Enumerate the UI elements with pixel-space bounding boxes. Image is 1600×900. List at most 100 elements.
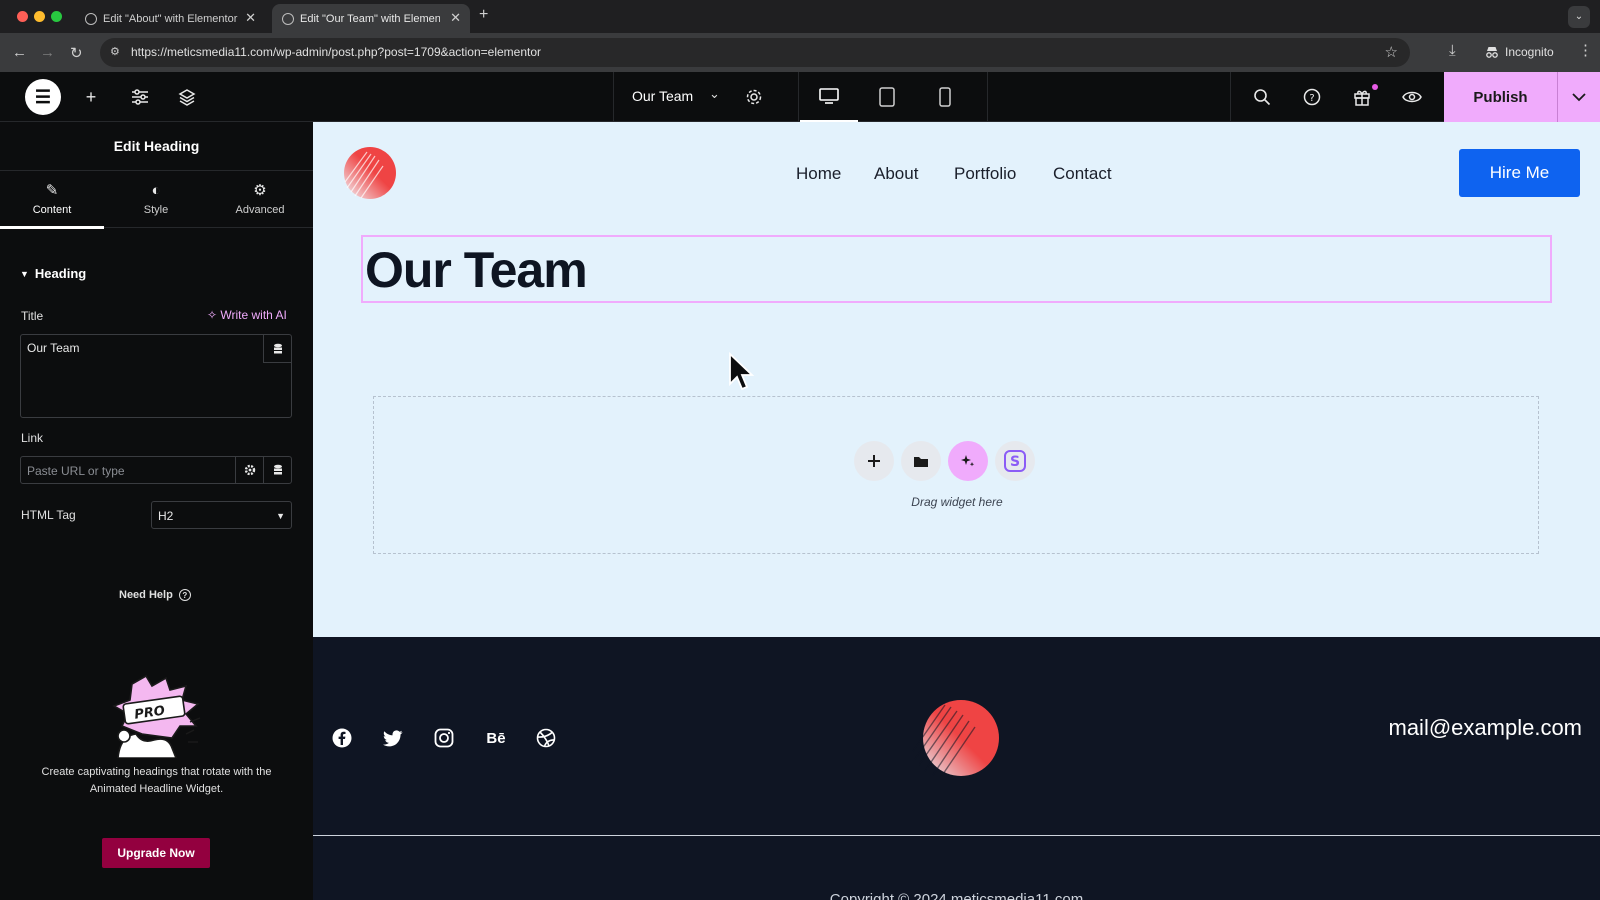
browser-menu-icon[interactable]: ⋮: [1578, 41, 1593, 59]
nav-link-about[interactable]: About: [874, 164, 918, 184]
desktop-icon[interactable]: [800, 72, 858, 122]
help-icon[interactable]: ?: [1300, 85, 1324, 109]
new-tab-icon[interactable]: +: [479, 6, 488, 24]
page-heading: Our Team: [365, 242, 588, 298]
nav-link-contact[interactable]: Contact: [1053, 164, 1112, 184]
footer-copyright: Copyright © 2024 meticsmedia11.com: [829, 891, 1084, 900]
tab-label: Content: [32, 204, 72, 216]
starter-templates-s-icon[interactable]: S: [995, 441, 1035, 481]
html-tag-value: H2: [158, 509, 174, 523]
url-text: https://meticsmedia11.com/wp-admin/post.…: [131, 45, 542, 59]
browser-tab-about[interactable]: Edit "About" with Elementor ✕: [75, 4, 265, 33]
editor-panel: Edit Heading ✎ Content ◐ Style ⚙ Advance…: [0, 122, 313, 900]
page-settings-gear-icon[interactable]: [742, 85, 766, 109]
back-icon[interactable]: ←: [12, 44, 27, 61]
title-value: Our Team: [27, 341, 80, 355]
ai-sparkle-icon: ✧: [207, 308, 221, 322]
tab-search-icon[interactable]: ⌄: [1568, 6, 1590, 28]
elementor-logo-icon[interactable]: ☰: [25, 79, 61, 115]
instagram-icon[interactable]: [433, 727, 455, 749]
close-tab-icon[interactable]: ✕: [245, 10, 256, 26]
incognito-label: Incognito: [1505, 45, 1554, 59]
link-url-input[interactable]: Paste URL or type: [20, 456, 292, 484]
link-options-gear-icon[interactable]: [235, 457, 263, 483]
title-label: Title: [21, 309, 44, 323]
svg-text:S: S: [1010, 454, 1020, 470]
dynamic-tags-icon[interactable]: [263, 457, 291, 483]
editor-top-bar: ☰ + Our Team ⌄ ?: [0, 72, 1600, 122]
structure-layers-icon[interactable]: [175, 85, 199, 109]
incognito-badge[interactable]: Incognito: [1477, 40, 1564, 64]
maximize-window-button[interactable]: [51, 11, 62, 22]
close-tab-icon[interactable]: ✕: [450, 10, 461, 26]
template-library-folder-icon[interactable]: [901, 441, 941, 481]
hire-me-button[interactable]: Hire Me: [1459, 149, 1580, 197]
nav-link-portfolio[interactable]: Portfolio: [954, 164, 1016, 184]
add-element-icon[interactable]: +: [79, 85, 103, 109]
publish-options-chevron-icon[interactable]: [1557, 72, 1600, 122]
gear-icon: ⚙: [253, 182, 267, 199]
pencil-icon: ✎: [45, 182, 59, 199]
preview-eye-icon[interactable]: [1400, 85, 1424, 109]
globe-icon: [85, 13, 97, 25]
close-window-button[interactable]: [17, 11, 28, 22]
site-hero-section: Home About Portfolio Contact Hire Me Our…: [313, 122, 1600, 637]
title-textarea[interactable]: Our Team: [20, 334, 292, 418]
download-icon[interactable]: ⤓: [1449, 42, 1456, 59]
browser-address-bar: ← → ↻ ⚙ https://meticsmedia11.com/wp-adm…: [0, 33, 1600, 72]
selected-heading-widget[interactable]: Our Team: [361, 235, 1552, 303]
bookmark-star-icon[interactable]: ☆: [1385, 43, 1398, 61]
tab-label: Edit "Our Team" with Elementor: [300, 12, 440, 25]
facebook-icon[interactable]: [331, 727, 353, 749]
ai-sparkle-icon[interactable]: [948, 441, 988, 481]
minimize-window-button[interactable]: [34, 11, 45, 22]
html-tag-label: HTML Tag: [21, 508, 76, 522]
tab-style[interactable]: ◐ Style: [104, 171, 208, 229]
publish-button[interactable]: Publish: [1444, 72, 1557, 122]
dribbble-icon[interactable]: [535, 727, 557, 749]
browser-tab-our-team[interactable]: Edit "Our Team" with Elementor ✕: [272, 4, 470, 33]
browser-tab-bar: Edit "About" with Elementor ✕ Edit "Our …: [0, 0, 1600, 33]
reload-icon[interactable]: ↻: [70, 44, 83, 62]
site-logo[interactable]: [337, 146, 397, 202]
link-label: Link: [21, 431, 44, 445]
tablet-icon[interactable]: [858, 72, 916, 122]
upgrade-now-button[interactable]: Upgrade Now: [102, 838, 210, 868]
mouse-cursor-icon: [729, 352, 755, 391]
whats-new-gift-icon[interactable]: [1350, 85, 1374, 109]
forward-icon[interactable]: →: [40, 44, 55, 61]
site-settings-icon[interactable]: [128, 85, 152, 109]
tab-label: Edit "About" with Elementor: [103, 12, 238, 25]
add-section-plus-icon[interactable]: [854, 441, 894, 481]
html-tag-select[interactable]: H2 ▼: [151, 501, 292, 529]
tab-content[interactable]: ✎ Content: [0, 171, 104, 229]
write-with-ai-button[interactable]: ✧ Write with AI: [207, 308, 287, 322]
page-name: Our Team: [632, 88, 694, 104]
notification-dot: [1372, 84, 1378, 90]
footer-email[interactable]: mail@example.com: [1389, 715, 1583, 741]
caret-down-icon: ▼: [20, 269, 29, 279]
tab-advanced[interactable]: ⚙ Advanced: [208, 171, 312, 229]
toolbar-divider: [1230, 72, 1231, 122]
caret-down-icon: ▼: [276, 511, 285, 521]
twitter-icon[interactable]: [382, 727, 404, 749]
widget-drop-zone[interactable]: S Drag widget here: [373, 396, 1539, 554]
nav-link-home[interactable]: Home: [796, 164, 841, 184]
dynamic-tags-icon[interactable]: [263, 335, 291, 363]
heading-section-toggle[interactable]: ▼ Heading: [20, 266, 86, 281]
url-field[interactable]: ⚙ https://meticsmedia11.com/wp-admin/pos…: [100, 38, 1410, 67]
contrast-icon: ◐: [151, 182, 161, 199]
search-icon[interactable]: [1250, 85, 1274, 109]
chevron-down-icon: ⌄: [709, 86, 720, 101]
section-title: Heading: [34, 266, 87, 281]
page-switcher[interactable]: Our Team ⌄: [613, 72, 799, 122]
behance-icon[interactable]: Bē: [483, 727, 509, 749]
panel-title: Edit Heading: [113, 138, 200, 154]
need-help-link[interactable]: Need Help?: [119, 589, 191, 601]
site-settings-icon[interactable]: ⚙: [110, 46, 123, 59]
drop-zone-hint: Drag widget here: [911, 495, 1003, 509]
help-circle-icon: ?: [178, 589, 191, 601]
link-placeholder: Paste URL or type: [27, 464, 125, 478]
site-footer: Bē mail@example.com Copyright © 2024 met…: [313, 637, 1600, 900]
mobile-icon[interactable]: [916, 72, 974, 122]
